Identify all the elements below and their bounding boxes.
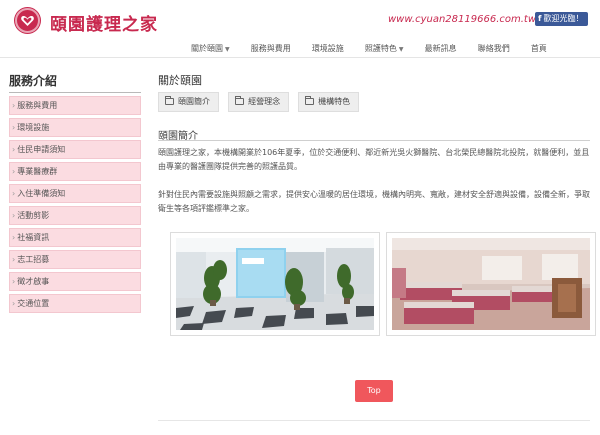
- folder-icon: [305, 96, 315, 105]
- sidebar-item-label: 專業醫療群: [17, 167, 58, 176]
- nav-item-label: 照護特色: [364, 44, 397, 53]
- tab-features[interactable]: 機構特色: [298, 92, 360, 112]
- sidebar-item-application[interactable]: › 住民申請須知: [9, 140, 141, 159]
- chevron-right-icon: ›: [12, 101, 16, 110]
- chevron-right-icon: ›: [12, 255, 16, 264]
- chevron-down-icon: ▼: [398, 46, 404, 53]
- lobby-photo: [170, 232, 380, 336]
- heart-icon: [21, 16, 34, 26]
- intro-paragraph-2: 針對住民內需要設施與照顧之需求，提供安心溫暖的居住環境，機構內明亮、寬敞，建材安…: [158, 190, 590, 213]
- chevron-right-icon: ›: [12, 299, 16, 308]
- tab-label: 經營理念: [248, 97, 281, 106]
- nav-item-home[interactable]: 首頁: [523, 40, 555, 58]
- sidebar-item-volunteer[interactable]: › 志工招募: [9, 250, 141, 269]
- sidebar-item-label: 交通位置: [17, 299, 50, 308]
- chevron-right-icon: ›: [12, 233, 16, 242]
- ward-image: [392, 238, 590, 330]
- tab-intro[interactable]: 頤園簡介: [158, 92, 219, 112]
- sidebar-item-label: 社福資訊: [17, 233, 50, 242]
- facebook-label: 歡迎光臨！: [543, 14, 584, 23]
- chevron-right-icon: ›: [12, 189, 16, 198]
- sidebar-item-facilities[interactable]: › 環境設施: [9, 118, 141, 137]
- main-nav: 關於頤園 ▼ 服務與費用 環境設施 照護特色 ▼ 最新訊息 聯絡我們 首頁: [183, 36, 600, 54]
- site-header: 頤園護理之家 www.cyuan28119666.com.tw f 歡迎光臨！: [0, 0, 600, 35]
- nav-item-label: 最新訊息: [424, 44, 457, 53]
- tab-bar: 頤園簡介 經營理念 機構特色: [158, 92, 363, 112]
- nav-item-label: 首頁: [530, 44, 547, 53]
- tab-label: 頤園簡介: [178, 97, 210, 106]
- chevron-right-icon: ›: [12, 211, 16, 220]
- sidebar-item-label: 志工招募: [17, 255, 50, 264]
- chevron-right-icon: ›: [12, 145, 16, 154]
- sidebar-item-activities[interactable]: › 活動剪影: [9, 206, 141, 225]
- tab-label: 機構特色: [318, 97, 351, 106]
- sidebar-item-medical-team[interactable]: › 專業醫療群: [9, 162, 141, 181]
- nav-item-label: 服務與費用: [250, 44, 291, 53]
- nav-item-services[interactable]: 服務與費用: [243, 40, 299, 58]
- sidebar-item-location[interactable]: › 交通位置: [9, 294, 141, 313]
- sidebar-item-label: 活動剪影: [17, 211, 50, 220]
- main-content: 關於頤園 頤園簡介 經營理念 機構特色 頤園簡介 頤園護理之家，本機構開業於10…: [158, 72, 596, 336]
- facebook-button[interactable]: f 歡迎光臨！: [535, 12, 588, 26]
- chevron-down-icon: ▼: [225, 46, 230, 53]
- sidebar-item-label: 環境設施: [17, 123, 50, 132]
- sidebar: 服務介紹 › 服務與費用 › 環境設施 › 住民申請須知 › 專業醫療群 › 入住準備須知…: [9, 72, 141, 316]
- sidebar-title: 服務介紹: [9, 74, 58, 88]
- footer-divider: [158, 420, 590, 421]
- chevron-right-icon: ›: [12, 277, 16, 286]
- nav-item-contact[interactable]: 聯絡我們: [470, 40, 518, 58]
- nav-item-label: 關於頤園: [191, 44, 223, 53]
- sidebar-item-label: 服務與費用: [17, 101, 58, 110]
- ward-photo: [386, 232, 596, 336]
- intro-paragraph: 頤園護理之家，本機構開業於106年夏季，位於交通便利、鄰近新光吳火獅醫院、台北榮…: [158, 148, 590, 171]
- nav-divider: [0, 57, 600, 58]
- back-to-top-button[interactable]: Top: [355, 380, 393, 402]
- nav-item-news[interactable]: 最新訊息: [417, 40, 465, 58]
- sidebar-divider: [9, 92, 141, 93]
- sidebar-item-label: 住民申請須知: [17, 145, 66, 154]
- subtitle-divider: [158, 140, 590, 141]
- lobby-image: [176, 238, 374, 330]
- chevron-right-icon: ›: [12, 123, 16, 132]
- logo-icon[interactable]: [15, 8, 40, 33]
- chevron-right-icon: ›: [12, 167, 16, 176]
- nav-item-facilities[interactable]: 環境設施: [304, 40, 352, 58]
- sidebar-item-welfare[interactable]: › 社福資訊: [9, 228, 141, 247]
- sidebar-item-admission[interactable]: › 入住準備須知: [9, 184, 141, 203]
- folder-icon: [165, 96, 174, 105]
- sidebar-item-label: 入住準備須知: [17, 189, 66, 198]
- nav-item-label: 聯絡我們: [477, 44, 510, 53]
- site-logo-text[interactable]: 頤園護理之家: [50, 10, 158, 35]
- page-title: 關於頤園: [158, 74, 202, 87]
- facebook-icon: f: [538, 14, 542, 23]
- tab-philosophy[interactable]: 經營理念: [228, 92, 290, 112]
- site-url: www.cyuan28119666.com.tw: [388, 14, 537, 25]
- nav-item-label: 環境設施: [311, 44, 344, 53]
- sidebar-item-label: 徵才啟事: [17, 277, 50, 286]
- folder-icon: [235, 96, 245, 105]
- sidebar-item-services[interactable]: › 服務與費用: [9, 96, 141, 115]
- sidebar-item-jobs[interactable]: › 徵才啟事: [9, 272, 141, 291]
